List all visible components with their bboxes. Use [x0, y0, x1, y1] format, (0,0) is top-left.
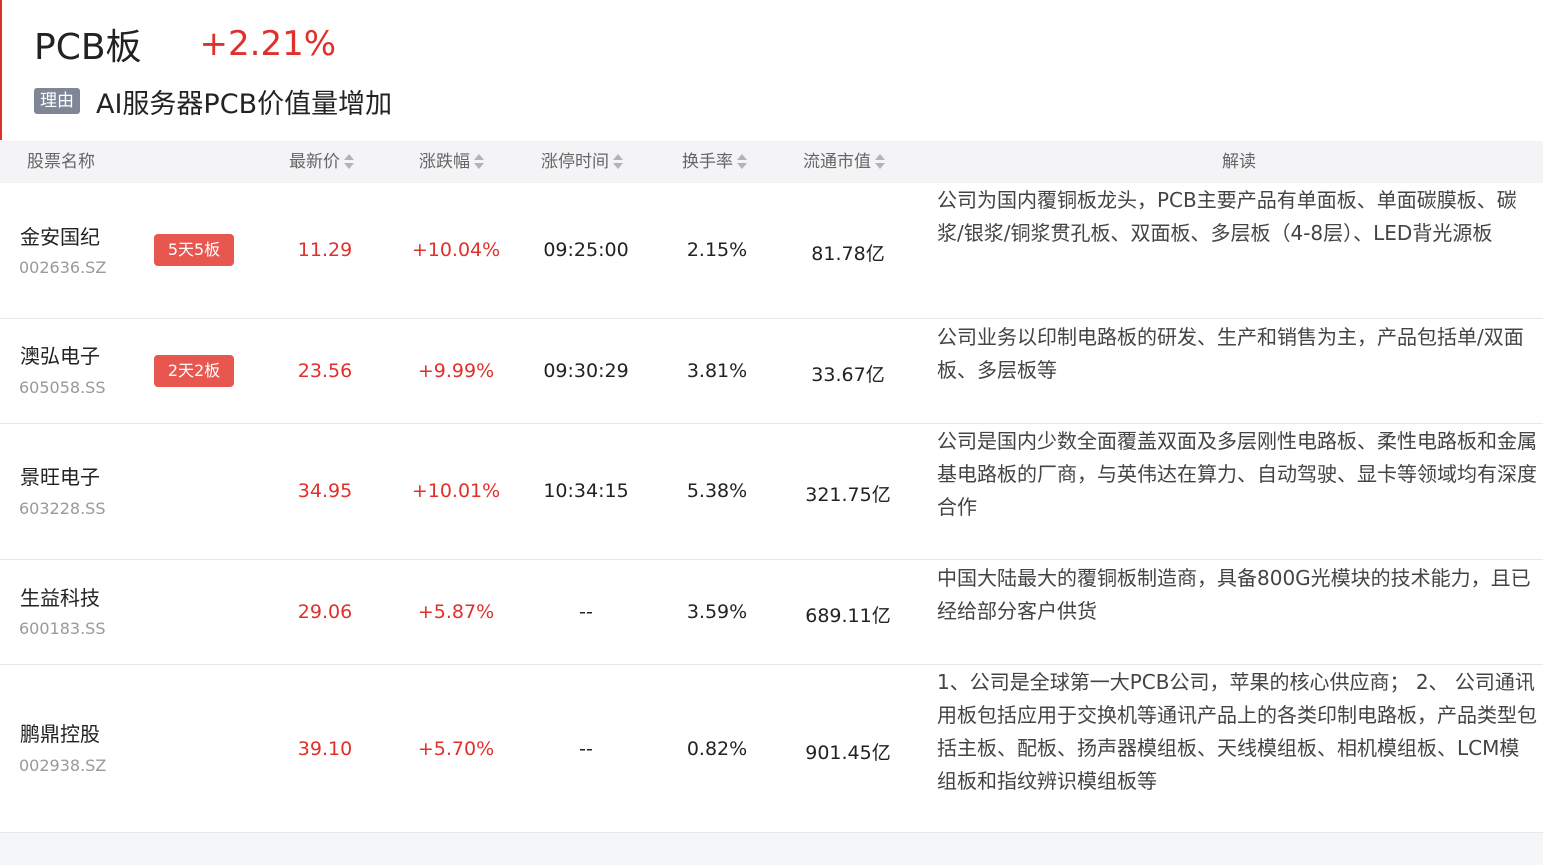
limit-up-time: 09:30:29 — [543, 360, 629, 382]
change-percent: +10.04% — [411, 239, 501, 261]
table-row[interactable]: 鹏鼎控股 002938.SZ 39.10 +5.70% -- 0.82% 901.45亿 1、… — [0, 665, 1543, 833]
sector-panel: PCB板 +2.21% 理由 AI服务器PCB价值量增加 股票名称 最新价 涨跌… — [0, 0, 1543, 833]
col-desc: 解读 — [1222, 152, 1256, 172]
col-price[interactable]: 最新价 — [289, 141, 355, 183]
stock-description: 公司为国内覆铜板龙头，PCB主要产品有单面板、单面碳膜板、碳浆/银浆/铜浆贯孔板… — [937, 188, 1517, 245]
limit-up-time: 10:34:15 — [543, 480, 629, 502]
stock-description: 公司业务以印制电路板的研发、生产和销售为主，产品包括单/双面板、多层板等 — [937, 325, 1524, 382]
turnover-rate: 3.59% — [686, 601, 748, 623]
turnover-rate: 5.38% — [686, 480, 748, 502]
sort-icon — [736, 153, 748, 171]
stock-name[interactable]: 鹏鼎控股 — [20, 718, 100, 747]
stock-code: 600183.SS — [19, 619, 106, 638]
change-percent: +10.01% — [411, 480, 501, 502]
col-change[interactable]: 涨跌幅 — [419, 141, 485, 183]
market-cap: 689.11亿 — [805, 605, 891, 627]
limit-up-badge: 2天2板 — [154, 355, 234, 387]
sort-icon — [874, 153, 886, 171]
reason-line: 理由 AI服务器PCB价值量增加 — [34, 82, 392, 120]
latest-price: 34.95 — [297, 480, 353, 502]
stock-code: 605058.SS — [19, 378, 106, 397]
sort-icon — [473, 153, 485, 171]
latest-price: 39.10 — [297, 738, 353, 760]
sector-name: PCB板 — [34, 27, 142, 68]
col-limit-time[interactable]: 涨停时间 — [541, 141, 624, 183]
market-cap: 901.45亿 — [805, 742, 891, 764]
latest-price: 29.06 — [297, 601, 353, 623]
market-cap: 81.78亿 — [811, 243, 885, 265]
table-header: 股票名称 最新价 涨跌幅 涨停时间 换手率 流通市值 解读 — [0, 141, 1543, 183]
sort-icon — [343, 153, 355, 171]
stock-name[interactable]: 金安国纪 — [20, 221, 100, 250]
change-percent: +9.99% — [417, 360, 495, 382]
sector-header: PCB板 +2.21% — [34, 22, 337, 68]
limit-up-time: -- — [579, 601, 593, 623]
change-percent: +5.87% — [417, 601, 495, 623]
stock-code: 002938.SZ — [19, 756, 107, 775]
sector-change: +2.21% — [199, 24, 337, 64]
turnover-rate: 0.82% — [686, 738, 748, 760]
stock-name[interactable]: 生益科技 — [20, 582, 100, 611]
change-percent: +5.70% — [417, 738, 495, 760]
stock-name[interactable]: 景旺电子 — [20, 461, 100, 490]
table-row[interactable]: 澳弘电子 605058.SS 2天2板 23.56 +9.99% 09:30:29 3.81… — [0, 319, 1543, 424]
latest-price: 23.56 — [297, 360, 353, 382]
market-cap: 33.67亿 — [811, 364, 885, 386]
reason-tag: 理由 — [34, 88, 80, 114]
stock-description: 1、公司是全球第一大PCB公司，苹果的核心供应商； 2、 公司通讯用板包括应用于… — [937, 670, 1537, 793]
table-row[interactable]: 景旺电子 603228.SS 34.95 +10.01% 10:34:15 5.38% 32… — [0, 424, 1543, 560]
sort-icon — [612, 153, 624, 171]
stock-code: 002636.SZ — [19, 258, 107, 277]
col-market-cap[interactable]: 流通市值 — [803, 141, 886, 183]
col-name: 股票名称 — [27, 152, 95, 172]
stock-description: 公司是国内少数全面覆盖双面及多层刚性电路板、柔性电路板和金属基电路板的厂商，与英… — [937, 429, 1537, 519]
table-row[interactable]: 金安国纪 002636.SZ 5天5板 11.29 +10.04% 09:25:00 2.1… — [0, 183, 1543, 319]
table-row[interactable]: 生益科技 600183.SS 29.06 +5.87% -- 3.59% 689.11亿 中国… — [0, 560, 1543, 665]
limit-up-time: 09:25:00 — [543, 239, 629, 261]
reason-text: AI服务器PCB价值量增加 — [96, 88, 393, 120]
latest-price: 11.29 — [297, 239, 353, 261]
stock-name[interactable]: 澳弘电子 — [20, 340, 100, 369]
col-turnover[interactable]: 换手率 — [682, 141, 748, 183]
limit-up-time: -- — [579, 738, 593, 760]
accent-bar — [0, 0, 2, 140]
turnover-rate: 3.81% — [686, 360, 748, 382]
stock-description: 中国大陆最大的覆铜板制造商，具备800G光模块的技术能力，且已经给部分客户供货 — [937, 566, 1531, 623]
stock-code: 603228.SS — [19, 499, 106, 518]
market-cap: 321.75亿 — [805, 484, 891, 506]
limit-up-badge: 5天5板 — [154, 234, 234, 266]
turnover-rate: 2.15% — [686, 239, 748, 261]
